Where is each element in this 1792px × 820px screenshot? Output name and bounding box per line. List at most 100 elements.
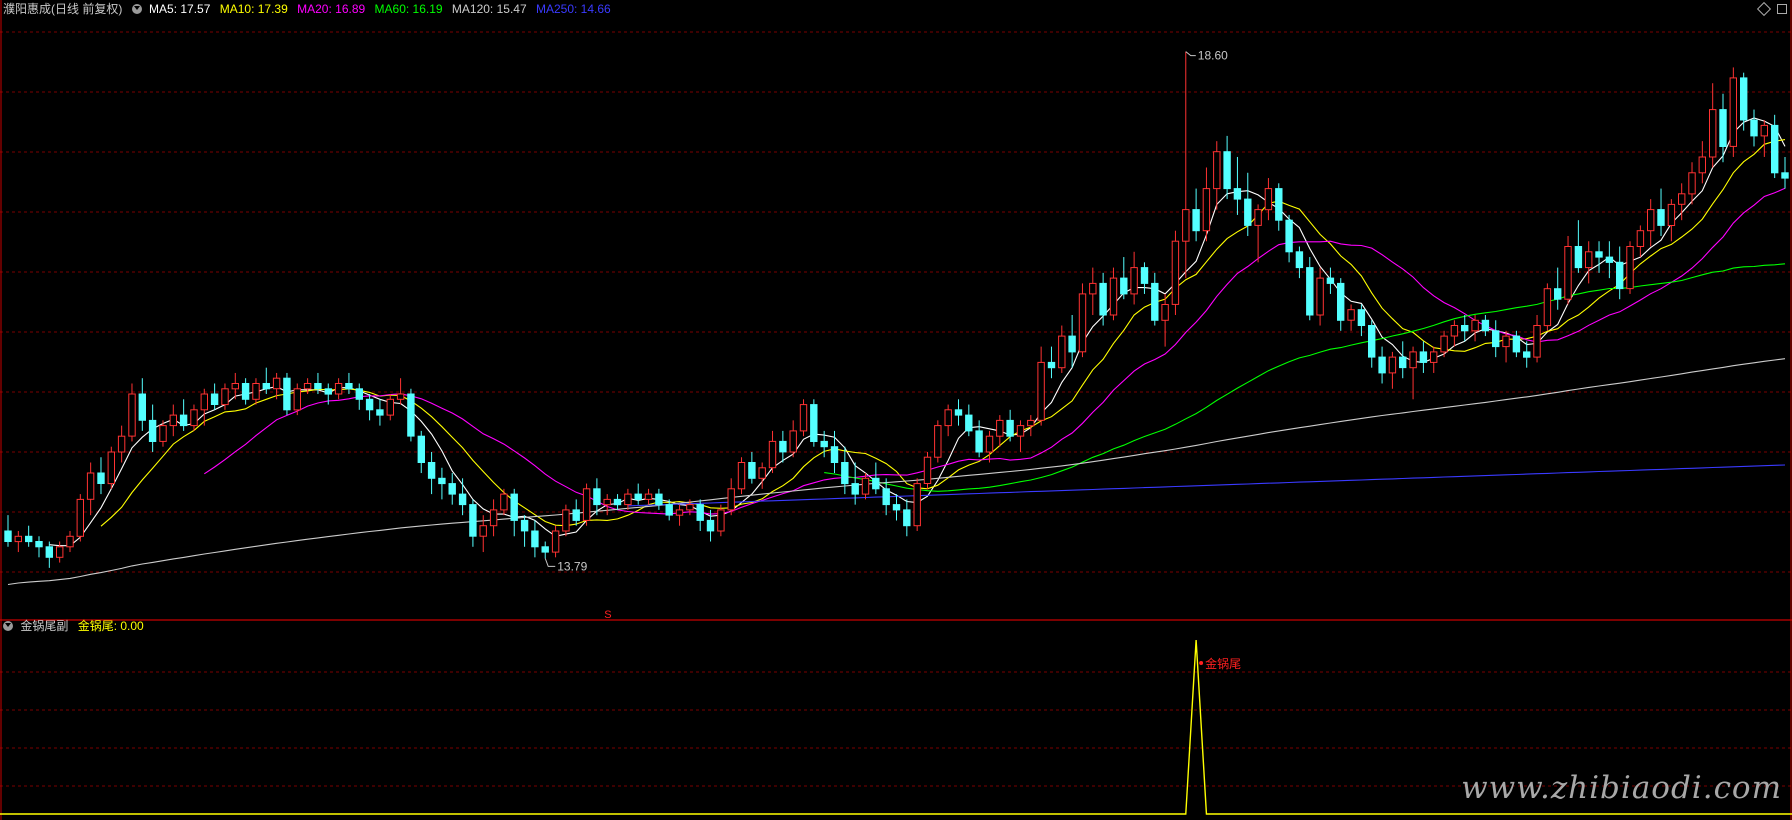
candle-up (169, 404, 178, 437)
candle-body (1161, 304, 1169, 321)
candle-up (107, 446, 115, 489)
candle-body (179, 414, 188, 427)
candle-up (1709, 83, 1717, 168)
candle-body (1368, 325, 1376, 358)
candle-body (1254, 209, 1262, 226)
candle-up (1027, 415, 1035, 437)
candle-up (1626, 241, 1634, 294)
maximize-square-icon[interactable] (1777, 4, 1787, 14)
candle-body (407, 393, 415, 437)
candle-down (779, 430, 787, 463)
dropdown-circle-icon[interactable] (131, 4, 142, 14)
indicator-value: 金锅尾: 0.00 (77, 619, 144, 633)
candle-body (489, 509, 498, 527)
candle-down (1047, 346, 1056, 379)
candle-body (634, 493, 642, 500)
candle-up (789, 420, 797, 458)
candle-up (1130, 251, 1138, 305)
candle-up (1585, 241, 1593, 284)
candle-down (1554, 267, 1562, 310)
indicator-dropdown-icon[interactable] (3, 621, 13, 631)
candle-down (1368, 320, 1376, 368)
indicator-name[interactable]: 金锅尾副 (20, 619, 68, 633)
candle-body (1523, 351, 1531, 358)
candle-down (634, 483, 642, 505)
candle-body (510, 493, 518, 521)
candle-down (1616, 246, 1624, 300)
candle-up (489, 499, 498, 537)
signal-label: 金锅尾 (1205, 656, 1241, 671)
candle-up (14, 530, 23, 553)
candle-body (830, 446, 839, 464)
candle-body (717, 509, 725, 532)
candle-body (551, 530, 560, 553)
candle-body (1171, 240, 1180, 305)
candle-body (479, 525, 487, 537)
candle-body (427, 462, 436, 479)
candle-up (624, 488, 632, 510)
candle-body (386, 398, 395, 416)
candle-up (1688, 162, 1696, 205)
candle-body (1771, 124, 1779, 174)
candle-body (1068, 335, 1076, 353)
candle-body (45, 546, 53, 558)
candle-body (469, 504, 477, 537)
candle-up (551, 525, 560, 558)
candle-up (675, 504, 684, 526)
candle-body (1719, 109, 1727, 147)
candle-up (1254, 204, 1262, 263)
candle-body (923, 456, 932, 485)
candle-up (117, 425, 126, 463)
candle-down (1285, 214, 1293, 263)
candle-up (1264, 178, 1273, 221)
candle-body (996, 419, 1004, 437)
candle-body (1326, 277, 1335, 284)
candle-body (365, 398, 374, 411)
candle-body (799, 404, 808, 432)
candle-down (4, 515, 12, 547)
candle-up (76, 494, 84, 542)
candle-up (996, 415, 1004, 447)
candle-body (1471, 319, 1479, 332)
ma10-line (100, 139, 1786, 527)
candle-body (1285, 219, 1293, 253)
candle-body (975, 430, 983, 453)
candle-body (1151, 282, 1159, 321)
low-marker-line (544, 558, 556, 567)
candle-body (1275, 188, 1283, 221)
candle-up (334, 378, 343, 400)
candle-up (913, 478, 921, 531)
candle-down (841, 446, 849, 495)
candle-body (727, 488, 735, 511)
candle-body (1027, 419, 1035, 427)
candle-body (1564, 246, 1572, 300)
candle-up (1729, 67, 1737, 157)
candle-body (1120, 277, 1128, 295)
stock-chart[interactable]: 18.60 13.79 S 金锅尾 (0, 0, 1792, 820)
candle-body (283, 377, 291, 411)
candle-body (603, 498, 611, 506)
candle-body (1688, 172, 1696, 195)
candle-body (1636, 230, 1645, 247)
candle-body (1781, 172, 1789, 179)
candle-down (1657, 188, 1665, 236)
candle-up (1202, 167, 1211, 242)
candle-body (1585, 251, 1593, 269)
high-price-label: 18.60 (1198, 49, 1228, 63)
candle-down (1223, 135, 1231, 200)
candle-up (644, 488, 653, 505)
candle-body (758, 467, 766, 479)
candle-body (1378, 356, 1386, 374)
ma60-line (824, 263, 1786, 492)
candle-body (1016, 425, 1025, 437)
candle-body (1409, 351, 1417, 369)
candle-body (1533, 325, 1541, 358)
candle-up (768, 430, 777, 474)
candle-down (520, 515, 529, 547)
candle-body (1750, 119, 1758, 137)
ma5-label: MA5: 17.57 (149, 2, 211, 16)
candle-down (613, 494, 622, 510)
candle-body (355, 388, 364, 400)
candle-down (1337, 278, 1345, 331)
candle-down (345, 372, 353, 395)
